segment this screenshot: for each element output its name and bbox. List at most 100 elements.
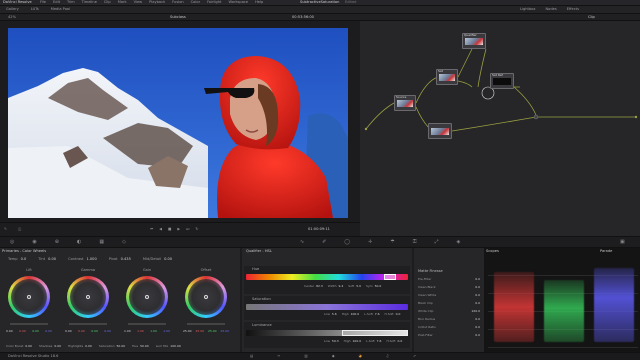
wheel-ring[interactable] [126,276,168,318]
wheel-center[interactable] [11,279,47,315]
menu-item[interactable]: Timeline [82,0,97,5]
zoom-level[interactable]: 42% [8,15,16,20]
wheel-value[interactable]: 1.00 [150,330,157,333]
node-01[interactable]: Source [394,95,416,111]
3d-icon[interactable]: ◈ [457,240,461,245]
wheel-value[interactable]: 0.00 [6,330,13,333]
wheel-ring[interactable] [8,276,50,318]
param-value[interactable]: 50.00 [116,345,125,348]
wheel-ring[interactable] [185,276,227,318]
menu-item[interactable]: Color [191,0,200,5]
param-value[interactable]: 0.00 [48,257,56,262]
hdr-icon[interactable]: ◐ [77,240,81,245]
color-page-icon[interactable]: ◕ [359,354,362,359]
param-value[interactable]: 0.0 [475,302,480,305]
curves-icon[interactable]: ∿ [300,240,304,245]
param-value[interactable]: 0.0 [475,318,480,321]
wheel-value[interactable]: 25.00 [183,330,192,333]
rewind-icon[interactable]: ⏮ [150,227,153,232]
menu-item[interactable]: Mark [118,0,127,5]
menu-item[interactable]: Trim [67,0,75,5]
param-value[interactable]: 5.0 [356,285,361,288]
wheel-value[interactable]: 25.00 [220,330,229,333]
param-value[interactable]: 0.435 [121,257,131,262]
param-value[interactable]: 100.0 [351,313,360,316]
wheel-value[interactable]: 1.00 [137,330,144,333]
camera-raw-icon[interactable]: ◎ [10,240,14,245]
key-icon[interactable]: ⚿ [413,240,417,245]
param-value[interactable]: 50.0 [375,285,382,288]
wheel-value[interactable]: 25.00 [208,330,217,333]
node-04[interactable]: Sat Ref [490,73,514,89]
scopes-toggle-icon[interactable]: ▣ [620,240,625,245]
wheel-puck[interactable] [86,295,90,299]
wheel-master-slider[interactable] [69,323,107,325]
wheel-master-slider[interactable] [187,323,225,325]
cut-page-icon[interactable]: ✂ [277,354,280,359]
node-editor[interactable]: Source Sat Qualifier Sat Ref [360,21,640,236]
wheel-value[interactable]: 0.00 [45,330,52,333]
menu-item[interactable]: Help [255,0,263,5]
qualifier-icon[interactable]: ✐ [322,240,326,245]
param-value[interactable]: 59.3 [332,340,339,343]
menu-item[interactable]: Fusion [172,0,184,5]
node-03[interactable]: Qualifier [462,33,486,49]
toolbar-button[interactable]: LUTs [31,7,39,12]
wheel-value[interactable]: 0.00 [91,330,98,333]
param-value[interactable]: 1.000 [86,257,96,262]
tracker-icon[interactable]: ✛ [368,240,372,245]
color-wheels-icon[interactable]: ⊕ [55,240,59,245]
wheel-master-slider[interactable] [128,323,166,325]
toolbar-button[interactable]: Media Pool [51,7,70,12]
wheel-value[interactable]: 25.00 [195,330,204,333]
param-value[interactable]: 0.00 [25,345,32,348]
rgb-mixer-icon[interactable]: ▦ [99,240,104,245]
param-value[interactable]: 0.0 [475,334,480,337]
pencil-icon[interactable]: ✎ [4,227,7,232]
toolbar-button[interactable]: Gallery [6,7,19,12]
wheel-value[interactable]: 0.00 [104,330,111,333]
toolbar-button[interactable]: Effects [567,7,579,12]
param-value[interactable]: 100.00 [170,345,181,348]
app-menu[interactable]: DaVinci Resolve [3,0,32,5]
param-value[interactable]: 0.0 [398,340,403,343]
param-value[interactable]: 0.0 [475,294,480,297]
menu-item[interactable]: View [134,0,143,5]
param-value[interactable]: 0.0 [475,278,480,281]
window-icon[interactable]: ◯ [344,240,350,245]
param-value[interactable]: 0.0 [396,313,401,316]
forward-icon[interactable]: ⏭ [186,227,189,232]
toolbar-button[interactable]: Lightbox [520,7,535,12]
menu-item[interactable]: Edit [53,0,60,5]
param-value[interactable]: 82.3 [316,285,323,288]
wheel-center[interactable] [129,279,165,315]
loop-icon[interactable]: ↻ [195,227,198,232]
param-value[interactable]: 0.00 [164,257,172,262]
wheel-value[interactable]: 0.00 [32,330,39,333]
param-value[interactable]: 0.00 [85,345,92,348]
wheel-puck[interactable] [27,295,31,299]
wheel-value[interactable]: 1.00 [163,330,170,333]
wheel-puck[interactable] [204,295,208,299]
node-02[interactable]: Sat [436,69,458,85]
param-value[interactable]: 100.0 [471,310,480,313]
scopes-mode[interactable]: Parade [600,249,612,254]
motion-effects-icon[interactable]: ◇ [122,240,126,245]
menu-item[interactable]: Workspace [228,0,248,5]
menu-item[interactable]: Fairlight [207,0,221,5]
blur-icon[interactable]: ☂ [390,240,394,245]
video-viewer[interactable] [8,28,348,218]
param-value[interactable]: 7.6 [375,313,380,316]
wheel-center[interactable] [70,279,106,315]
menu-item[interactable]: Clip [104,0,111,5]
saturation-bar[interactable] [246,304,408,310]
param-value[interactable]: 7.6 [377,340,382,343]
param-value[interactable]: 0.0 [475,286,480,289]
clip-mode[interactable]: Clip [588,15,595,20]
wheel-master-slider[interactable] [10,323,48,325]
param-value[interactable]: 0.0 [475,326,480,329]
fusion-page-icon[interactable]: ◆ [332,354,335,359]
param-value[interactable]: 5.6 [332,313,337,316]
param-value[interactable]: 50.00 [140,345,149,348]
node-05[interactable] [428,123,452,139]
